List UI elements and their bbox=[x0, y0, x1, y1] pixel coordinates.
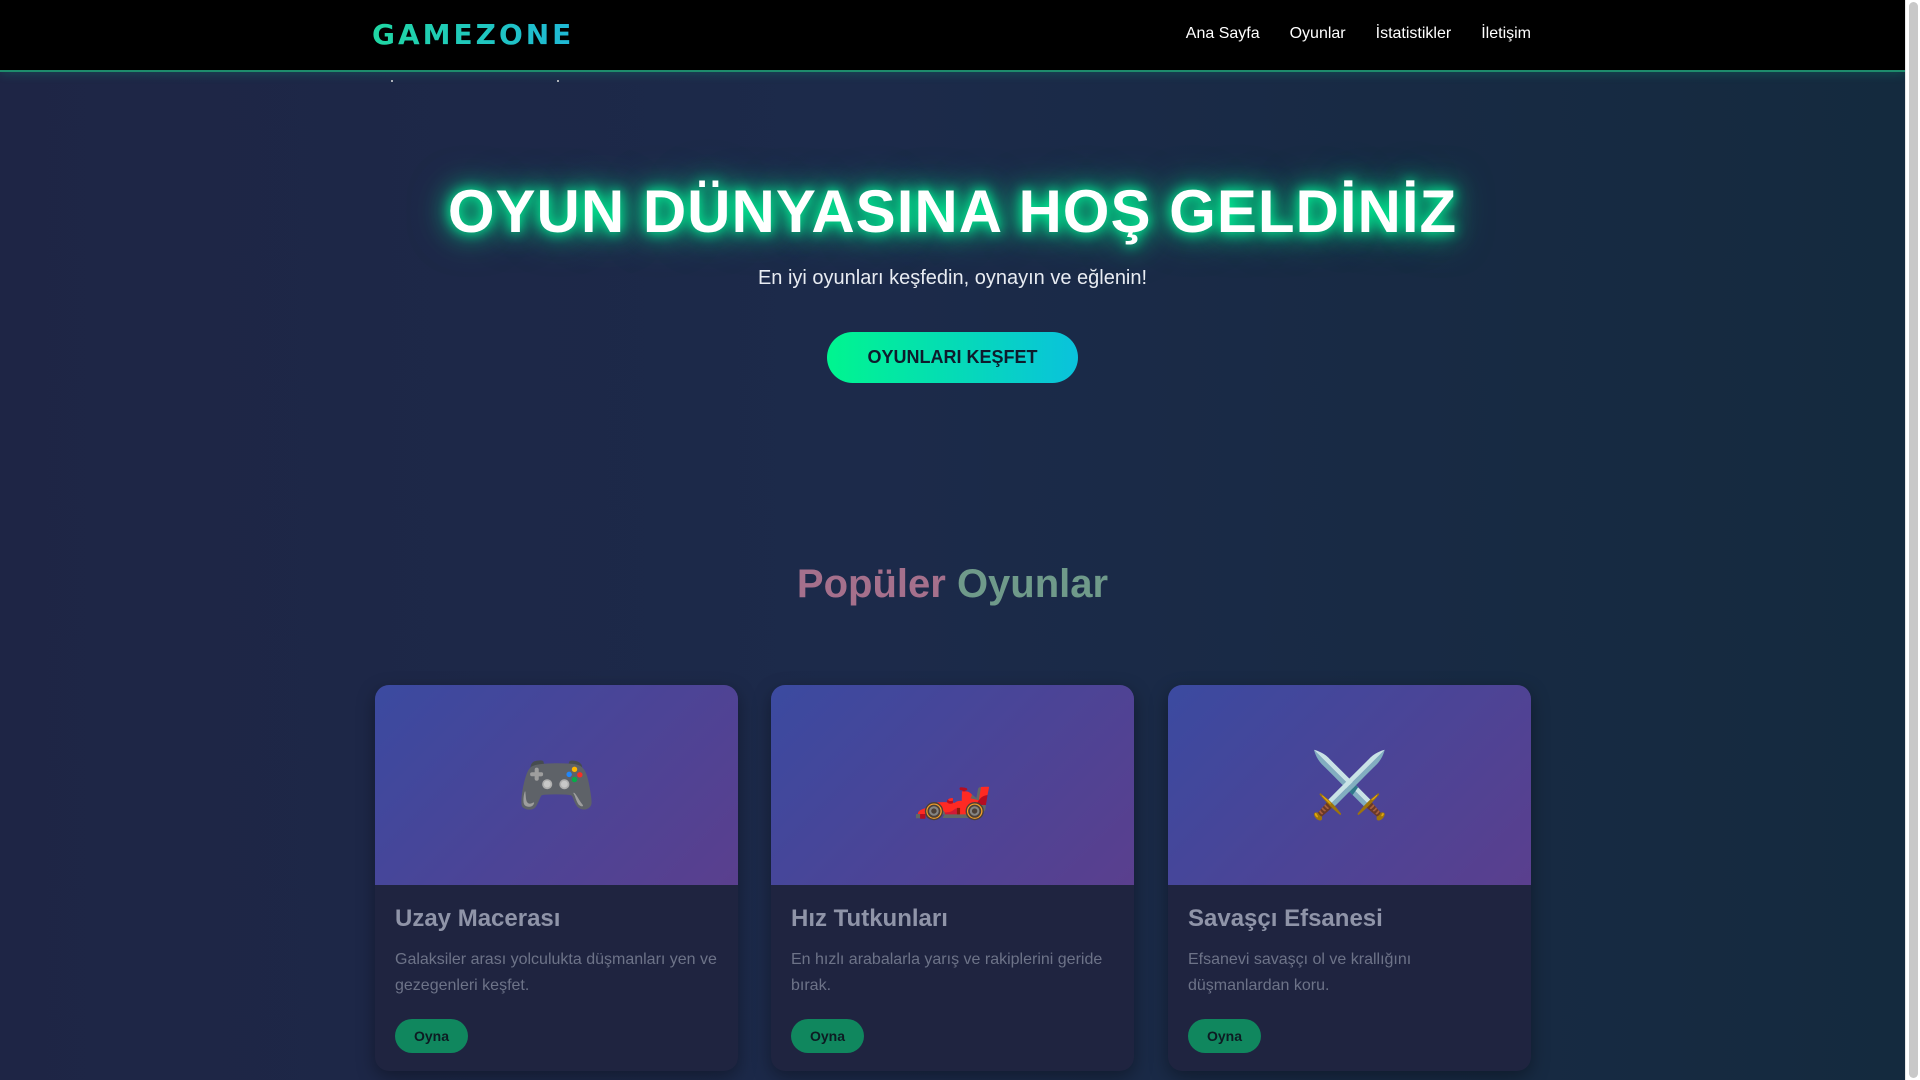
section-title-word-2: Oyunlar bbox=[956, 562, 1109, 606]
race-car-icon: 🏎️ bbox=[912, 749, 993, 821]
card-title: Savaşçı Efsanesi bbox=[1188, 905, 1383, 932]
star-decoration bbox=[557, 80, 559, 82]
play-button[interactable]: Oyna bbox=[791, 1019, 864, 1053]
scrollbar-thumb[interactable] bbox=[1909, 2, 1918, 1078]
nav-links: Ana Sayfa Oyunlar İstatistikler İletişim bbox=[1186, 25, 1531, 43]
logo[interactable]: GAMEZONE bbox=[372, 18, 574, 51]
gamepad-icon: 🎮 bbox=[516, 749, 597, 821]
card-body: Uzay Macerası Galaksiler arası yolculukt… bbox=[375, 885, 738, 1071]
nav-link-contact[interactable]: İletişim bbox=[1481, 25, 1531, 43]
play-button[interactable]: Oyna bbox=[395, 1019, 468, 1053]
page: GAMEZONE Ana Sayfa Oyunlar İstatistikler… bbox=[0, 0, 1905, 1080]
explore-games-button[interactable]: OYUNLARI KEŞFET bbox=[827, 332, 1078, 383]
hero-subtitle: En iyi oyunları keşfedin, oynayın ve eğl… bbox=[757, 267, 1148, 289]
crossed-swords-icon: ⚔️ bbox=[1309, 749, 1390, 821]
game-card[interactable]: 🎮 Uzay Macerası Galaksiler arası yolculu… bbox=[375, 685, 738, 1071]
game-card[interactable]: ⚔️ Savaşçı Efsanesi Efsanevi savaşçı ol … bbox=[1168, 685, 1531, 1071]
card-body: Hız Tutkunları En hızlı arabalarla yarış… bbox=[771, 885, 1134, 1071]
card-image: 🏎️ bbox=[771, 685, 1134, 885]
nav-link-games[interactable]: Oyunlar bbox=[1290, 25, 1346, 43]
card-body: Savaşçı Efsanesi Efsanevi savaşçı ol ve … bbox=[1168, 885, 1531, 1071]
card-title: Uzay Macerası bbox=[395, 905, 561, 932]
card-description: En hızlı arabalarla yarış ve rakiplerini… bbox=[791, 951, 1103, 994]
vertical-scrollbar[interactable] bbox=[1905, 0, 1920, 1080]
section-title-word-1: Popüler bbox=[796, 562, 946, 606]
nav-link-home[interactable]: Ana Sayfa bbox=[1186, 25, 1260, 43]
nav-link-stats[interactable]: İstatistikler bbox=[1376, 25, 1452, 43]
card-title: Hız Tutkunları bbox=[791, 905, 948, 932]
card-description: Efsanevi savaşçı ol ve krallığını düşman… bbox=[1188, 951, 1412, 994]
section-title: Popüler Oyunlar bbox=[0, 562, 1905, 607]
star-decoration bbox=[391, 80, 393, 82]
card-description: Galaksiler arası yolculukta düşmanları y… bbox=[395, 951, 717, 994]
card-image: ⚔️ bbox=[1168, 685, 1531, 885]
game-card[interactable]: 🏎️ Hız Tutkunları En hızlı arabalarla ya… bbox=[771, 685, 1134, 1071]
navbar: GAMEZONE Ana Sayfa Oyunlar İstatistikler… bbox=[0, 0, 1905, 72]
hero-title: OYUN DÜNYASINA HOŞ GELDİNİZ bbox=[447, 178, 1458, 245]
play-button[interactable]: Oyna bbox=[1188, 1019, 1261, 1053]
card-image: 🎮 bbox=[375, 685, 738, 885]
